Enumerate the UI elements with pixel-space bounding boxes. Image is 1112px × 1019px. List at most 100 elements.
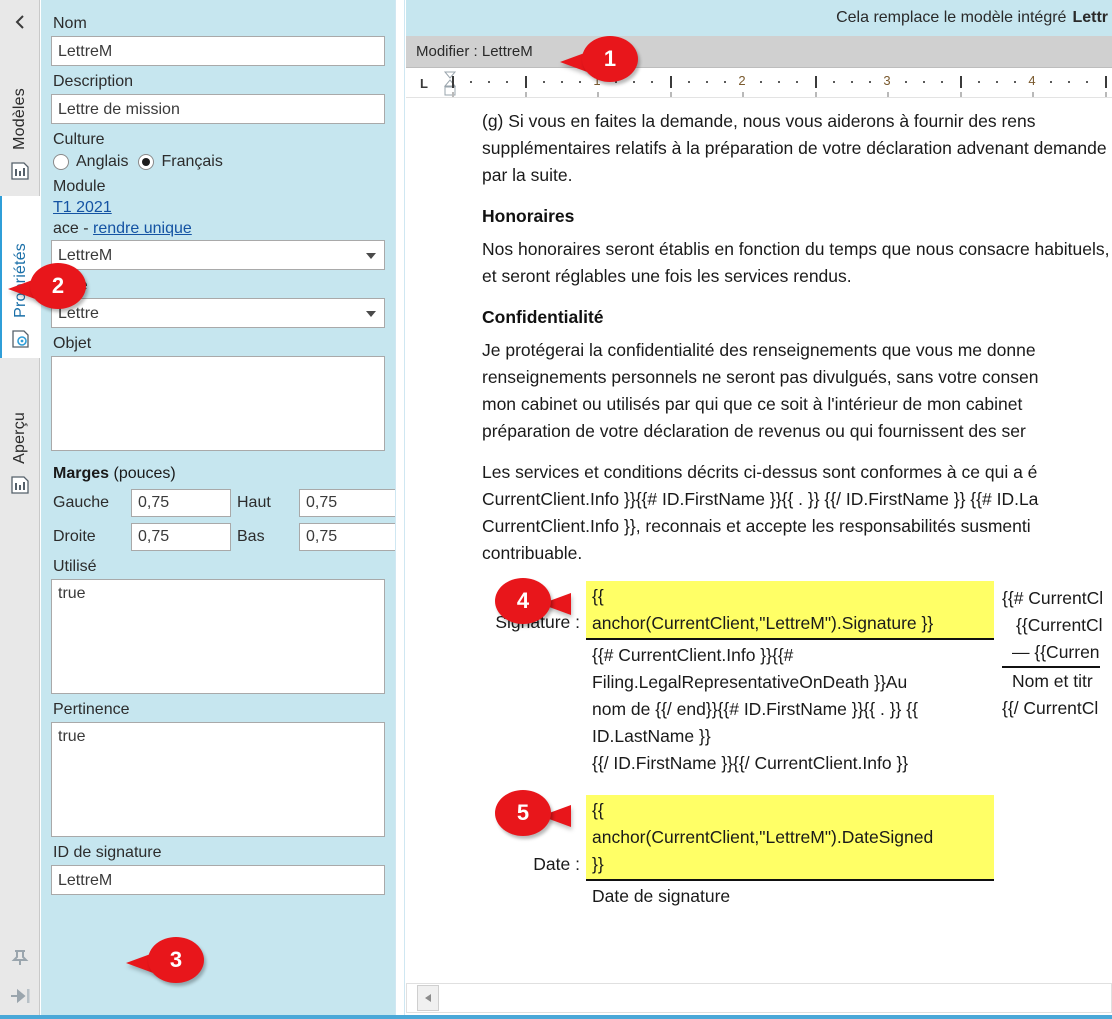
culture-radio-anglais[interactable]: Anglais — [53, 153, 128, 171]
sidebar-item-proprietes-label: Propriétés — [12, 243, 29, 318]
ruler-half-mark — [452, 76, 454, 88]
signature-highlight[interactable]: {{ anchor(CurrentClient,"LettreM").Signa… — [586, 581, 994, 640]
horizontal-scrollbar[interactable] — [406, 983, 1112, 1013]
sigright-line-2: {{CurrentCl — [1016, 615, 1103, 635]
document-body[interactable]: (g) Si vous en faites la demande, nous v… — [406, 98, 1112, 941]
ruler-half-mark — [669, 76, 672, 88]
margin-top-input[interactable]: 0,75 — [299, 489, 395, 517]
date-highlight[interactable]: {{ anchor(CurrentClient,"LettreM").DateS… — [586, 795, 994, 881]
date-label: Date : — [533, 854, 580, 874]
ruler-lower-mark — [669, 92, 672, 97]
ruler-minor-tick — [578, 81, 581, 83]
relevance-label: Pertinence — [53, 701, 130, 718]
signature-sub-2: Filing.LegalRepresentativeOnDeath }}Au — [592, 672, 908, 692]
sidebar-item-modeles-label: Modèles — [11, 88, 28, 150]
services-line-2: CurrentClient.Info }}{{# ID.FirstName }}… — [482, 489, 1039, 509]
ruler-half-mark — [959, 76, 962, 88]
name-label: Nom — [53, 15, 87, 32]
ruler-minor-tick — [470, 81, 473, 83]
module-link[interactable]: T1 2021 — [53, 199, 112, 216]
used-textarea[interactable]: true — [51, 579, 385, 694]
conf-line-4: préparation de votre déclaration de reve… — [482, 421, 1026, 441]
ruler-lower-mark — [742, 92, 744, 97]
ruler-minor-tick — [615, 81, 618, 83]
ruler-lower-mark — [1104, 92, 1107, 97]
ruler-minor-tick — [905, 81, 908, 83]
replaces-select[interactable]: LettreM — [51, 240, 385, 270]
date-caption: Date de signature — [592, 886, 731, 906]
replace-banner: Cela remplace le modèle intégré Lettr — [406, 0, 1112, 36]
ruler-minor-tick — [977, 81, 980, 83]
modify-bar[interactable]: Modifier : LettreM — [406, 36, 1112, 68]
name-input[interactable]: LettreM — [51, 36, 385, 66]
ruler-minor-tick — [923, 81, 926, 83]
heading-honoraires: Honoraires — [482, 206, 575, 226]
date-field[interactable]: {{ anchor(CurrentClient,"LettreM").DateS… — [586, 795, 994, 910]
replaces-select-value: LettreM — [58, 247, 113, 264]
sigright-line-1: {{# CurrentCl — [1002, 588, 1104, 608]
sidebar-item-apercu-label: Aperçu — [11, 412, 28, 464]
signature-subtext: {{# CurrentClient.Info }}{{# Filing.Lega… — [586, 640, 994, 777]
objet-textarea[interactable] — [51, 356, 385, 451]
signature-field[interactable]: {{ anchor(CurrentClient,"LettreM").Signa… — [586, 581, 994, 777]
date-row: Date : {{ anchor(CurrentClient,"LettreM"… — [482, 795, 1112, 910]
pin-icon[interactable] — [10, 947, 30, 972]
ruler-ticks: 1 2 3 4 — [452, 68, 1112, 97]
tab-stop-icon[interactable]: L — [420, 76, 428, 91]
culture-radio-francais[interactable]: Français — [138, 153, 223, 171]
ruler-half-mark — [524, 76, 527, 88]
ruler-lower-mark — [597, 92, 599, 97]
ruler-minor-tick — [832, 81, 835, 83]
margin-top-label: Haut — [237, 494, 271, 511]
relevance-textarea[interactable]: true — [51, 722, 385, 837]
signature-id-input[interactable]: LettreM — [51, 865, 385, 895]
radio-circle-francais — [138, 154, 155, 170]
ruler-minor-tick — [560, 81, 563, 83]
margins-title-bold: Marges — [53, 465, 110, 482]
preview-doc-icon — [9, 474, 31, 496]
margin-left-input[interactable]: 0,75 — [131, 489, 231, 517]
ruler-minor-tick — [488, 81, 491, 83]
ruler-minor-tick — [1086, 81, 1089, 83]
margins-title-unit: (pouces) — [113, 465, 176, 482]
signature-hl-line-1: {{ — [592, 586, 604, 606]
description-input[interactable]: Lettre de mission — [51, 94, 385, 124]
ruler-lower-mark — [452, 92, 454, 97]
radio-circle-anglais — [53, 154, 69, 170]
ruler-half-mark — [1104, 76, 1107, 88]
collapse-panel-button[interactable] — [0, 4, 40, 40]
replaces-row: ace - rendre unique — [53, 220, 385, 238]
scroll-left-arrow-icon[interactable] — [417, 985, 439, 1011]
ruler-number-1: 1 — [593, 73, 601, 88]
signature-hl-line-2: anchor(CurrentClient,"LettreM").Signatur… — [592, 613, 934, 633]
margin-bottom-input[interactable]: 0,75 — [299, 523, 395, 551]
margin-right-input[interactable]: 0,75 — [131, 523, 231, 551]
sidebar-item-modeles[interactable]: Modèles — [0, 42, 40, 190]
description-label: Description — [53, 73, 134, 90]
editor-pane: Cela remplace le modèle intégré Lettr Mo… — [406, 0, 1112, 1019]
culture-radio-francais-label: Français — [161, 153, 223, 170]
conf-line-1: Je protégerai la confidentialité des ren… — [482, 340, 1036, 360]
used-label: Utilisé — [53, 558, 97, 575]
margins-grid: Gauche 0,75 Haut 0,75 Droite 0,75 Bas 0,… — [53, 489, 395, 551]
chevron-left-icon — [15, 15, 24, 29]
sidebar-item-proprietes[interactable]: Propriétés — [0, 196, 40, 358]
rail-bottom-actions — [0, 947, 40, 1011]
services-line-1: Les services et conditions décrits ci-de… — [482, 462, 1038, 482]
replace-banner-bold: Lettr — [1072, 9, 1108, 26]
conf-line-3: mon cabinet ou utilisés par qui que ce s… — [482, 394, 1023, 414]
type-label: Type — [53, 277, 88, 294]
make-unique-link[interactable]: rendre unique — [93, 220, 192, 237]
paragraph-g: (g) Si vous en faites la demande, nous v… — [482, 111, 1107, 185]
type-select[interactable]: Lettre — [51, 298, 385, 328]
collapse-right-icon[interactable] — [8, 986, 32, 1011]
document-ruler[interactable]: L 1 2 3 4 — [406, 68, 1112, 98]
panel-splitter[interactable] — [395, 0, 405, 1019]
signature-block: Signature : {{ anchor(CurrentClient,"Let… — [482, 581, 1112, 910]
signature-sub-4: ID.LastName }} — [592, 726, 711, 746]
date-hl-line-3: }} — [592, 854, 604, 874]
sidebar-item-apercu[interactable]: Aperçu — [0, 364, 40, 504]
signature-row: Signature : {{ anchor(CurrentClient,"Let… — [482, 581, 1112, 777]
margins-title: Marges (pouces) — [53, 465, 385, 483]
ruler-minor-tick — [723, 81, 726, 83]
